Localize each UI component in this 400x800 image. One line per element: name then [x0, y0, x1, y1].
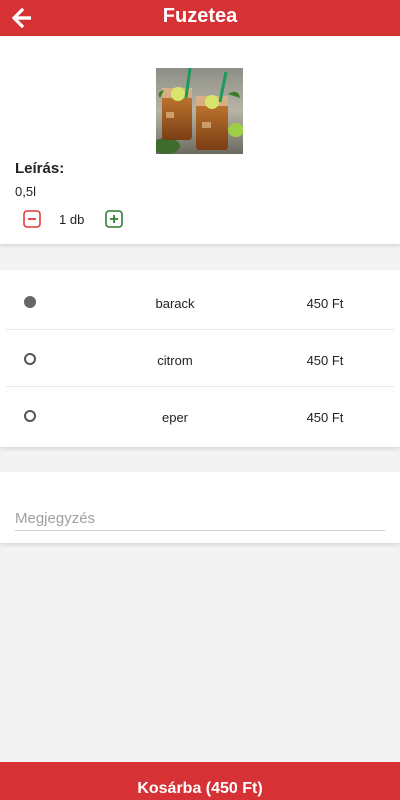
note-card — [0, 472, 400, 543]
increase-quantity-button[interactable] — [105, 210, 123, 228]
radio-unselected-icon[interactable] — [24, 410, 36, 422]
radio-selected-icon[interactable] — [24, 296, 36, 308]
app-header: Fuzetea — [0, 0, 400, 36]
product-card: Leírás: 0,5l 1 db — [0, 36, 400, 244]
description-value: 0,5l — [15, 184, 36, 199]
variant-option-barack[interactable]: barack 450 Ft — [0, 273, 400, 330]
variant-name: citrom — [157, 353, 193, 368]
variant-name: barack — [155, 296, 195, 311]
variant-price: 450 Ft — [306, 410, 344, 425]
variant-list: barack 450 Ft citrom 450 Ft eper 450 Ft — [0, 270, 400, 447]
variant-name: eper — [161, 410, 189, 425]
minus-square-icon — [23, 210, 41, 228]
add-to-cart-label: Kosárba (450 Ft) — [137, 780, 263, 797]
radio-unselected-icon[interactable] — [24, 353, 36, 365]
drink-photo — [156, 68, 243, 154]
decrease-quantity-button[interactable] — [23, 210, 41, 228]
description-label: Leírás: — [15, 160, 65, 177]
variant-option-eper[interactable]: eper 450 Ft — [0, 387, 400, 444]
product-image — [156, 68, 243, 154]
variant-option-citrom[interactable]: citrom 450 Ft — [0, 330, 400, 387]
quantity-value: 1 db — [59, 212, 85, 227]
variant-price: 450 Ft — [306, 296, 344, 311]
page-title: Fuzetea — [162, 5, 238, 27]
add-to-cart-button[interactable]: Kosárba (450 Ft) — [0, 762, 400, 800]
plus-square-icon — [105, 210, 123, 228]
note-input[interactable] — [15, 506, 385, 531]
variant-price: 450 Ft — [306, 353, 344, 368]
quantity-stepper: 1 db — [23, 210, 223, 230]
